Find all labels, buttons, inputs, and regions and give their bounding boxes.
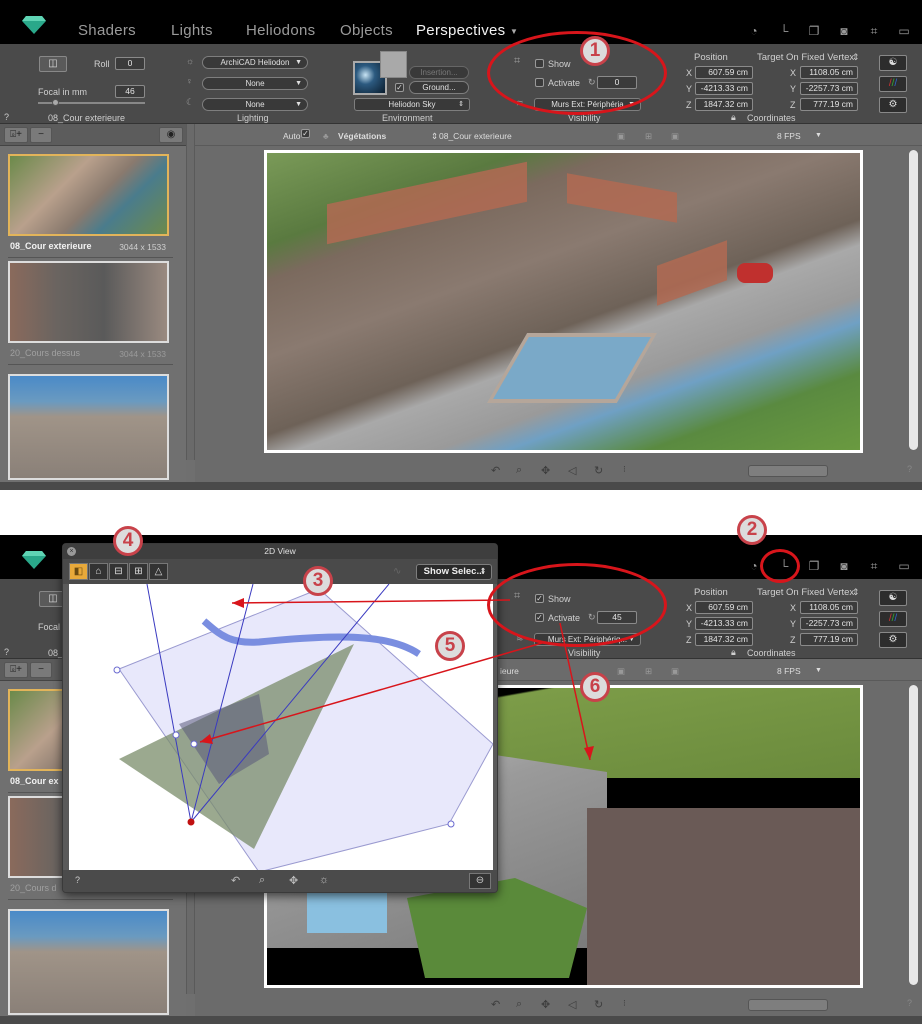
arrow-line [199, 642, 543, 743]
annotation-badge: 5 [435, 631, 465, 661]
annotation-ring [487, 563, 667, 647]
arrow-head [584, 746, 594, 760]
annotation-arrows [199, 598, 594, 761]
annotation-ring [760, 549, 800, 583]
annotation-badge: 4 [113, 526, 143, 556]
annotation-badge: 6 [580, 672, 610, 702]
arrow-head [232, 598, 244, 608]
annotation-badge: 2 [737, 515, 767, 545]
annotation-badge: 3 [303, 566, 333, 596]
arrow-head [200, 734, 213, 744]
arrow-line [231, 599, 511, 604]
